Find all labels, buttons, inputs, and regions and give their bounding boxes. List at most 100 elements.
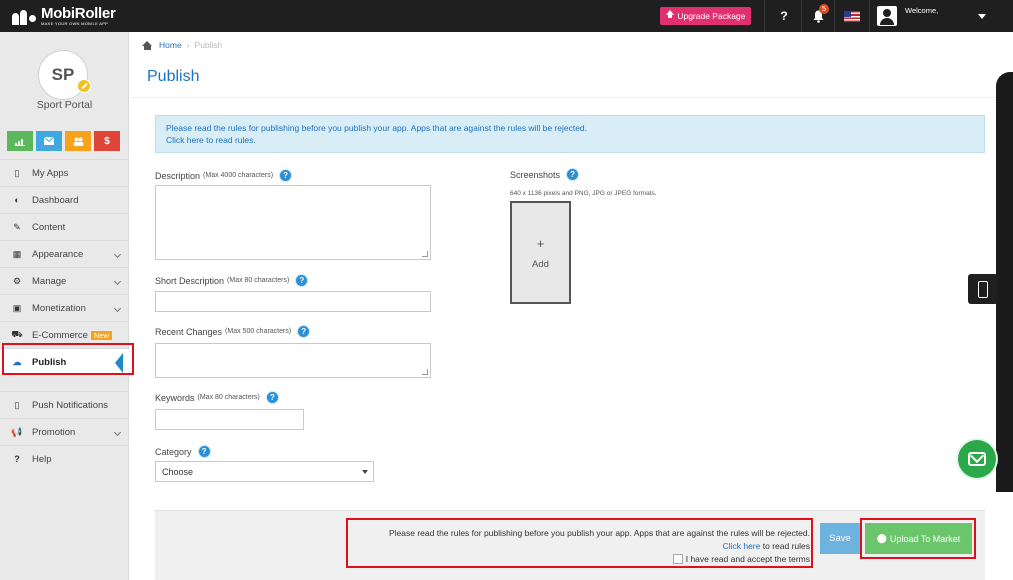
- notification-count-badge: 5: [819, 4, 829, 14]
- sidebar-item-dashboard[interactable]: ◐ Dashboard: [0, 186, 129, 213]
- question-icon: ?: [14, 454, 20, 464]
- new-badge: New: [90, 330, 112, 340]
- dollar-icon: $: [104, 135, 110, 147]
- read-rules-link[interactable]: Click here to read rules.: [166, 134, 974, 146]
- description-field[interactable]: [155, 185, 431, 260]
- alert-text: Please read the rules for publishing bef…: [166, 123, 588, 133]
- screenshots-hint: 640 x 1136 pixels and PNG, JPG or JPEG f…: [510, 190, 657, 197]
- sidebar-item-label: Appearance: [32, 248, 84, 260]
- edit-pencil-icon[interactable]: [77, 79, 91, 93]
- phone-preview-button[interactable]: [968, 274, 998, 304]
- mail-icon: [44, 137, 54, 145]
- app-name: Sport Portal: [36, 99, 93, 111]
- dashboard-icon: ◐: [14, 195, 20, 205]
- keywords-label: Keywords (Max 80 characters) ?: [155, 391, 279, 404]
- contact-chat-button[interactable]: [958, 440, 996, 478]
- footer-rules-highlight-box: [346, 518, 813, 568]
- sidebar-item-label: Manage: [32, 275, 67, 287]
- logo-tagline: MAKE YOUR OWN MOBILE APP: [41, 21, 109, 26]
- publish-highlight-box: [2, 343, 134, 375]
- add-screenshot-button[interactable]: + Add: [510, 201, 571, 304]
- quick-actions: $: [7, 131, 120, 151]
- sidebar-item-label: My Apps: [32, 167, 69, 179]
- sidebar-item-monetization[interactable]: ▣ Monetization: [0, 294, 129, 321]
- language-selector[interactable]: [838, 0, 866, 32]
- notifications-button[interactable]: 5: [805, 0, 831, 32]
- users-icon: [73, 137, 83, 146]
- help-icon[interactable]: ?: [295, 274, 309, 287]
- stats-button[interactable]: [7, 131, 33, 151]
- sidebar-item-manage[interactable]: ⚙ Manage: [0, 267, 129, 294]
- sidebar-menu: ▯ My Apps ◐ Dashboard ✎ Content ▦ Appear…: [0, 159, 129, 472]
- page-title: Publish: [147, 68, 200, 85]
- sidebar-item-label: E-Commerce: [32, 329, 88, 341]
- upgrade-package-button[interactable]: 🡅 Upgrade Package: [660, 7, 751, 25]
- user-menu-caret-icon[interactable]: [978, 14, 986, 19]
- users-button[interactable]: [65, 131, 91, 151]
- select-caret-icon: [362, 470, 368, 474]
- breadcrumb-current: Publish: [194, 40, 223, 50]
- help-button[interactable]: ?: [770, 0, 798, 32]
- sidebar-item-promotion[interactable]: 📢 Promotion: [0, 418, 129, 445]
- cart-icon: ⛟: [11, 329, 23, 339]
- short-description-field[interactable]: [155, 291, 431, 312]
- help-icon[interactable]: ?: [265, 391, 279, 404]
- top-bar: MobiRoller MAKE YOUR OWN MOBILE APP 🡅 Up…: [0, 0, 1013, 32]
- logo-icon: [12, 7, 38, 25]
- logo-name: MobiRoller: [41, 5, 116, 22]
- chevron-down-icon: [113, 250, 122, 259]
- envelope-icon: [968, 452, 986, 466]
- chevron-down-icon: [113, 277, 122, 286]
- upgrade-label: Upgrade Package: [677, 11, 746, 21]
- sidebar-item-label: Dashboard: [32, 194, 79, 206]
- recent-changes-label: Recent Changes (Max 500 characters) ?: [155, 325, 311, 338]
- screenshots-label: Screenshots ?: [510, 168, 580, 181]
- category-label: Category ?: [155, 445, 211, 458]
- edit-icon: ✎: [13, 221, 21, 232]
- mobile-icon: ▯: [14, 167, 20, 178]
- sidebar-item-help[interactable]: ? Help: [0, 445, 129, 472]
- recent-changes-field[interactable]: [155, 343, 431, 378]
- sidebar-item-push-notifications[interactable]: ▯ Push Notifications: [0, 391, 129, 418]
- upload-highlight-box: [860, 518, 976, 559]
- rules-alert: Please read the rules for publishing bef…: [155, 115, 985, 153]
- bullhorn-icon: 📢: [11, 426, 23, 437]
- us-flag-icon: [844, 10, 860, 22]
- mobile-icon: ▯: [14, 399, 20, 410]
- mobile-icon: [978, 280, 988, 298]
- user-avatar-icon[interactable]: [877, 6, 897, 26]
- sidebar-item-content[interactable]: ✎ Content: [0, 213, 129, 240]
- help-icon[interactable]: ?: [297, 325, 311, 338]
- mail-button[interactable]: [36, 131, 62, 151]
- logo[interactable]: MobiRoller MAKE YOUR OWN MOBILE APP: [12, 6, 116, 26]
- sidebar-item-label: Help: [32, 453, 52, 465]
- bar-chart-icon: [15, 138, 25, 146]
- sidebar-item-label: Content: [32, 221, 66, 233]
- breadcrumb: Home › Publish: [142, 40, 222, 50]
- description-label: Description (Max 4000 characters) ?: [155, 169, 293, 182]
- gears-icon: ⚙: [12, 275, 22, 286]
- sidebar-item-label: Monetization: [32, 302, 86, 314]
- short-description-label: Short Description (Max 80 characters) ?: [155, 274, 309, 287]
- chevron-down-icon: [113, 428, 122, 437]
- help-icon[interactable]: ?: [566, 168, 580, 181]
- keywords-field[interactable]: [155, 409, 304, 430]
- add-label: Add: [532, 258, 549, 270]
- monetize-button[interactable]: $: [94, 131, 120, 151]
- help-icon[interactable]: ?: [279, 169, 293, 182]
- sidebar-item-appearance[interactable]: ▦ Appearance: [0, 240, 129, 267]
- chevron-down-icon: [113, 304, 122, 313]
- breadcrumb-home[interactable]: Home: [159, 40, 182, 50]
- sidebar-item-my-apps[interactable]: ▯ My Apps: [0, 159, 129, 186]
- category-select[interactable]: Choose: [155, 461, 374, 482]
- save-button[interactable]: Save: [820, 523, 860, 554]
- grid-icon: ▦: [12, 248, 22, 259]
- home-icon[interactable]: [142, 40, 153, 50]
- sidebar: SP Sport Portal $ ▯ My Apps ◐ Dashboard …: [0, 32, 129, 580]
- money-icon: ▣: [12, 302, 22, 313]
- help-icon[interactable]: ?: [197, 445, 211, 458]
- sidebar-item-label: Promotion: [32, 426, 76, 438]
- phone-preview-frame: [996, 72, 1013, 492]
- arrow-up-icon: 🡅: [665, 9, 675, 19]
- welcome-text: Welcome,: [905, 6, 939, 15]
